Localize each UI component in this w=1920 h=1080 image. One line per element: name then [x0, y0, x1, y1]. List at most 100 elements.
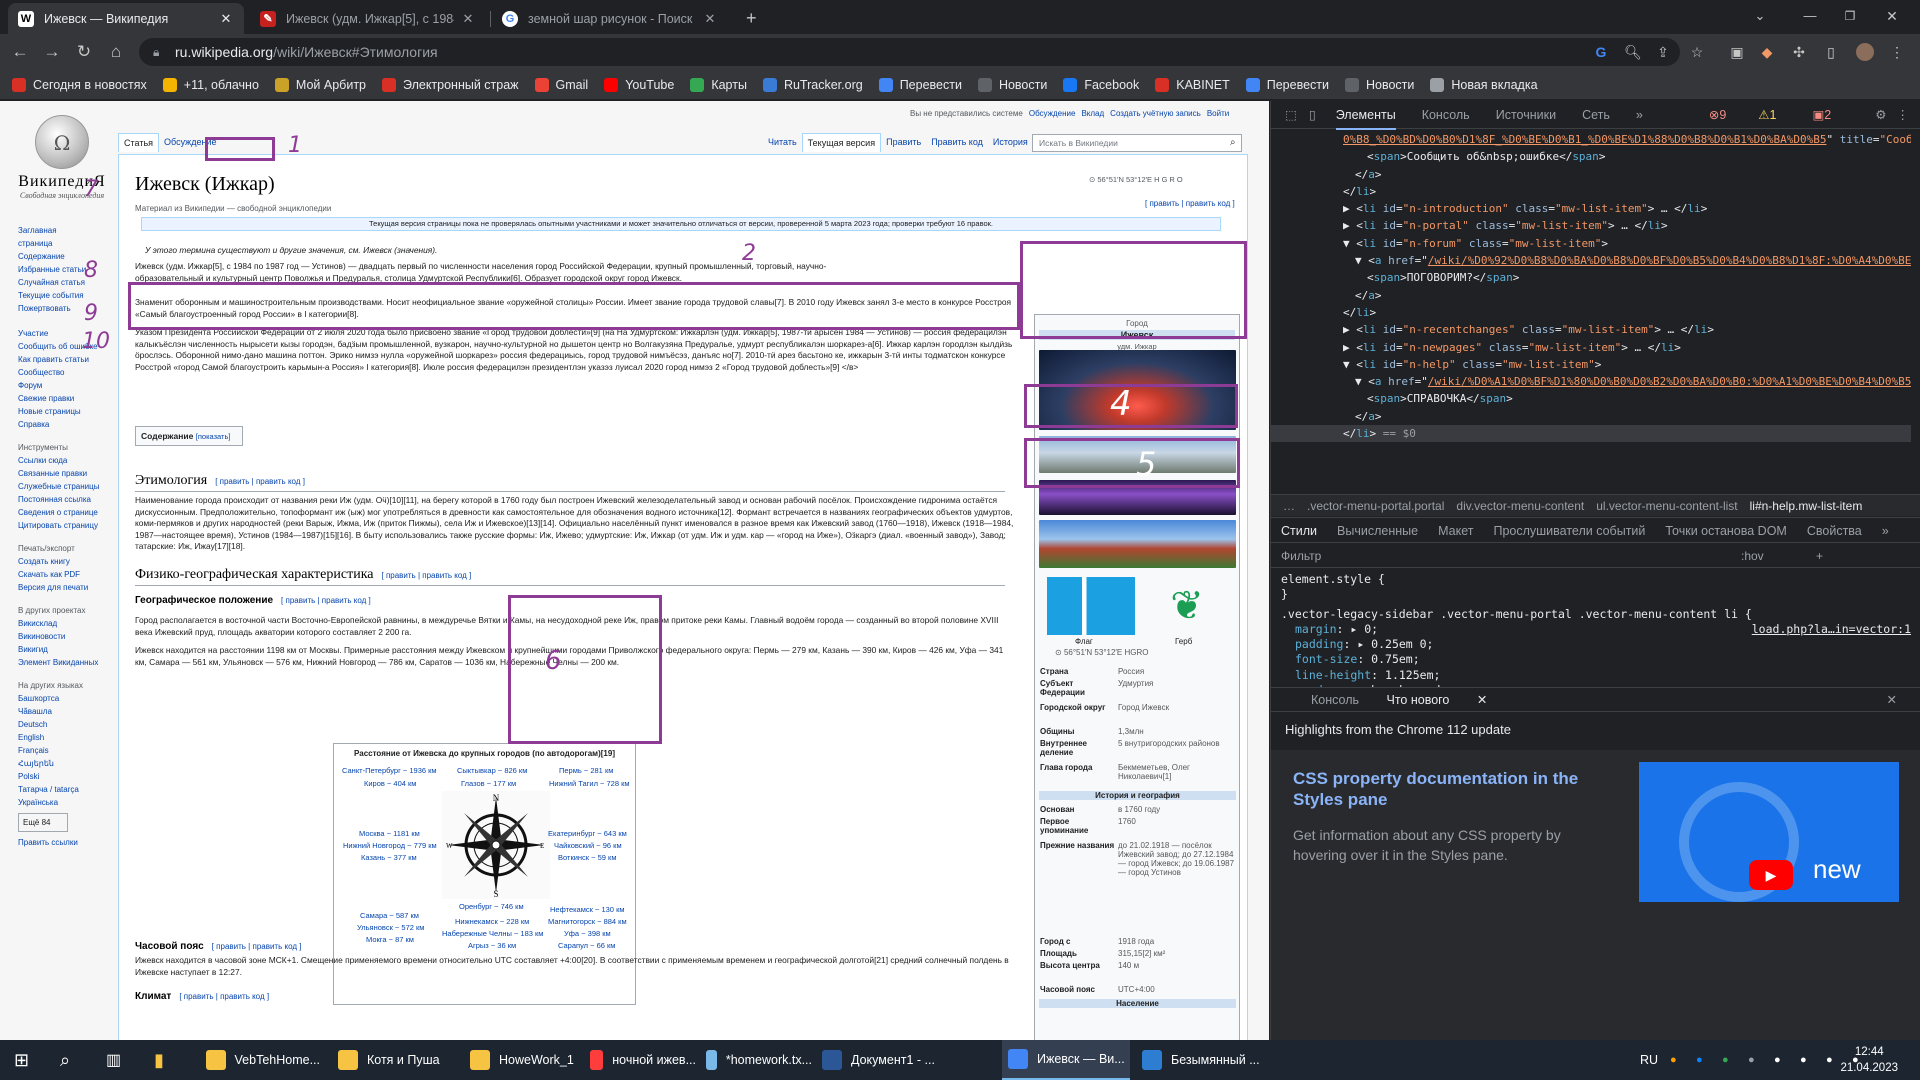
- bookmark-item[interactable]: Новости: [977, 77, 1047, 92]
- windows-start-icon[interactable]: ⊞: [14, 1040, 29, 1080]
- close-window-icon[interactable]: ✕: [1882, 6, 1902, 26]
- rule-vector-menu[interactable]: .vector-legacy-sidebar .vector-menu-port…: [1281, 607, 1911, 636]
- sidebar-item-lang[interactable]: Polski: [18, 770, 118, 783]
- restore-icon[interactable]: ❐: [1840, 6, 1860, 26]
- infobox-value[interactable]: в 1760 году: [1118, 805, 1236, 814]
- forward-icon[interactable]: →: [42, 42, 62, 62]
- more-languages-button[interactable]: Ещё 84: [18, 813, 68, 832]
- sidebar-item-lang[interactable]: English: [18, 731, 118, 744]
- tray-icon[interactable]: ●: [1826, 1040, 1833, 1080]
- edit-interlanguage-links[interactable]: Править ссылки: [18, 836, 118, 849]
- close-tab-icon[interactable]: ✕: [460, 11, 476, 27]
- tray-icon[interactable]: ●: [1800, 1040, 1807, 1080]
- home-icon[interactable]: ⌂: [106, 42, 126, 62]
- sidebar-item-lang[interactable]: Français: [18, 744, 118, 757]
- tray-icon[interactable]: ●: [1852, 1040, 1859, 1080]
- search-icon[interactable]: ⌕: [1230, 137, 1236, 148]
- more-subtabs-icon[interactable]: »: [1882, 524, 1889, 538]
- inspect-icon[interactable]: ⬚: [1285, 107, 1297, 122]
- drawer-tab-whats-new[interactable]: Что нового ✕: [1387, 693, 1488, 707]
- map-city-label[interactable]: Магнитогорск ~ 884 км: [548, 917, 627, 926]
- system-clock[interactable]: 12:44 21.04.2023: [1840, 1044, 1898, 1076]
- drawer-tab-console[interactable]: Консоль: [1311, 693, 1359, 707]
- edit-links[interactable]: [ править | править код ]: [1145, 199, 1235, 208]
- infobox-coords[interactable]: ⊙ 56°51′N 53°12′E HGRO: [1055, 648, 1149, 657]
- menu-kebab-icon[interactable]: ⋮: [1888, 43, 1906, 61]
- dom-tree-line[interactable]: ▼ <a href="/wiki/%D0%92%D0%B8%D0%BA%D0%B…: [1271, 252, 1911, 269]
- map-city-label[interactable]: Мокга ~ 87 км: [366, 935, 414, 944]
- tab-sources[interactable]: Источники: [1496, 108, 1556, 122]
- bookmark-item[interactable]: Сегодня в новостях: [12, 77, 147, 92]
- avatar[interactable]: [1856, 43, 1874, 61]
- view-tab[interactable]: История: [988, 133, 1033, 152]
- map-city-label[interactable]: Самара ~ 587 км: [360, 911, 419, 920]
- section-edit[interactable]: [ править | править код ]: [179, 992, 269, 1001]
- flag-image[interactable]: [1047, 577, 1135, 635]
- dom-tree-line[interactable]: ▼ <a href="/wiki/%D0%A1%D0%BF%D1%80%D0%B…: [1271, 373, 1911, 390]
- sidebar-item-tools[interactable]: Ссылки сюда: [18, 454, 118, 467]
- taskbar-app[interactable]: HoweWork_1: [464, 1040, 576, 1080]
- sidebar-item-lang[interactable]: Українська: [18, 796, 118, 809]
- tray-icon[interactable]: ●: [1722, 1040, 1729, 1080]
- taskbar-app[interactable]: Документ1 - ...: [816, 1040, 938, 1080]
- dom-tree-line[interactable]: ▶ <li id="n-introduction" class="mw-list…: [1271, 200, 1911, 217]
- sidebar-item-main[interactable]: Текущие события: [18, 289, 118, 302]
- map-city-label[interactable]: Нефтекамск ~ 130 км: [550, 905, 625, 914]
- bookmark-item[interactable]: RuTracker.org: [762, 77, 863, 92]
- map-city-label[interactable]: Нижнекамск ~ 228 км: [455, 917, 529, 926]
- breadcrumb-item[interactable]: ul.vector-menu-content-list: [1596, 499, 1737, 513]
- sidebar-item-main[interactable]: Содержание: [18, 250, 118, 263]
- styles-subtab[interactable]: Точки останова DOM: [1665, 524, 1786, 538]
- sidebar-item-tools[interactable]: Сведения о странице: [18, 506, 118, 519]
- taskbar-app[interactable]: Ижевск — Ви...: [1002, 1040, 1130, 1080]
- bookmark-item[interactable]: Новая вкладка: [1430, 77, 1538, 92]
- sidebar-item-main[interactable]: страница: [18, 237, 118, 250]
- user-link[interactable]: Создать учётную запись: [1110, 109, 1201, 118]
- puzzle-icon[interactable]: ✣: [1790, 43, 1808, 61]
- bookmark-item[interactable]: Новости: [1344, 77, 1414, 92]
- search-icon[interactable]: ⌕: [60, 1040, 70, 1080]
- sidebar-item-lang[interactable]: Deutsch: [18, 718, 118, 731]
- error-count[interactable]: ⊗9: [1709, 107, 1752, 122]
- styles-subtab[interactable]: Вычисленные: [1337, 524, 1418, 538]
- sidebar-item-print[interactable]: Версия для печати: [18, 581, 118, 594]
- sidebar-item-part[interactable]: Справка: [18, 418, 118, 431]
- sidebar-item-tools[interactable]: Связанные правки: [18, 467, 118, 480]
- whats-new-video-thumbnail[interactable]: ▶ new: [1639, 762, 1899, 902]
- map-city-label[interactable]: Чайковский ~ 96 км: [554, 841, 622, 850]
- coordinates[interactable]: ⊙ 56°51′N 53°12′E HGRO: [1089, 175, 1185, 184]
- taskbar-app[interactable]: VebTehHome...: [200, 1040, 320, 1080]
- infobox-value[interactable]: Бекмеметьев, Олег Николаевич[1]: [1118, 763, 1236, 781]
- cathedral-photo[interactable]: [1039, 520, 1236, 568]
- sidebar-item-part[interactable]: Новые страницы: [18, 405, 118, 418]
- bookmark-item[interactable]: Электронный страж: [382, 77, 519, 92]
- card-title[interactable]: CSS property documentation in the Styles…: [1293, 768, 1583, 810]
- extension-icon[interactable]: ▣: [1728, 43, 1746, 61]
- sidebar-item-main[interactable]: Пожертвовать: [18, 302, 118, 315]
- bookmark-item[interactable]: YouTube: [604, 77, 674, 92]
- sidebar-item-main[interactable]: Заглавная: [18, 224, 118, 237]
- bookmark-star-icon[interactable]: ☆: [1688, 43, 1706, 61]
- section-edit[interactable]: [ править | править код ]: [281, 596, 371, 605]
- styles-subtab[interactable]: Стили: [1281, 524, 1317, 538]
- side-panel-icon[interactable]: ▯: [1822, 43, 1840, 61]
- tab-izhevsk-wikipedia[interactable]: W Ижевск — Википедия ✕: [8, 3, 244, 34]
- dom-tree-line[interactable]: <span>ПОГОВОРИМ?</span>: [1271, 269, 1911, 286]
- infobox-value[interactable]: 1,3млн: [1118, 727, 1236, 736]
- tray-icon[interactable]: ●: [1696, 1040, 1703, 1080]
- zoom-icon[interactable]: 🔍︎: [1624, 43, 1642, 61]
- map-city-label[interactable]: Нижний Тагил ~ 728 км: [549, 779, 630, 788]
- toc-toggle[interactable]: [показать]: [196, 432, 231, 441]
- sidebar-item-tools[interactable]: Служебные страницы: [18, 480, 118, 493]
- map-city-label[interactable]: Казань ~ 377 км: [361, 853, 417, 862]
- lang-indicator[interactable]: RU: [1640, 1040, 1658, 1080]
- back-icon[interactable]: ←: [10, 42, 30, 62]
- dom-tree-line[interactable]: ▼ <li id="n-help" class="mw-list-item">: [1271, 356, 1911, 373]
- sticky-notes-icon[interactable]: ▮: [154, 1040, 164, 1080]
- styles-subtab[interactable]: Прослушиватели событий: [1493, 524, 1645, 538]
- sidebar-item-lang[interactable]: Чӑвашла: [18, 705, 118, 718]
- tray-icon[interactable]: ●: [1670, 1040, 1677, 1080]
- sidebar-item-lang[interactable]: Башҡортса: [18, 692, 118, 705]
- whats-new-card[interactable]: CSS property documentation in the Styles…: [1271, 750, 1920, 1041]
- map-city-label[interactable]: Ульяновск ~ 572 км: [357, 923, 424, 932]
